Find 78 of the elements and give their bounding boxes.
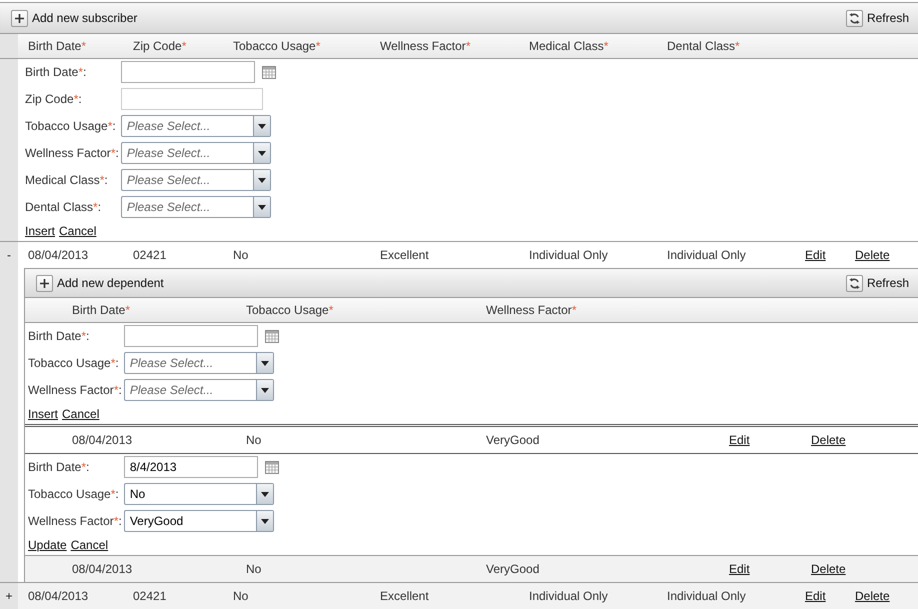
row-action-link[interactable]: Delete — [801, 562, 918, 576]
refresh-button[interactable]: Refresh — [846, 10, 909, 26]
select-field[interactable]: No — [124, 483, 274, 505]
calendar-icon[interactable] — [264, 330, 279, 342]
field-label: Zip Code*: — [25, 92, 83, 106]
field-label: Tobacco Usage*: — [28, 487, 120, 501]
plus-icon — [11, 10, 28, 26]
column-header[interactable]: Tobacco Usage* — [223, 39, 370, 53]
select-field[interactable]: Please Select... — [120, 115, 271, 137]
add-button[interactable]: Add new dependent — [36, 274, 164, 292]
expand-toggle[interactable]: + — [0, 583, 18, 609]
table-cell-text: 08/04/2013 — [27, 248, 90, 262]
select-field[interactable]: Please Select... — [120, 142, 271, 164]
plus-icon — [36, 274, 53, 292]
select-field[interactable]: Please Select... — [120, 196, 271, 218]
column-header[interactable]: Wellness Factor* — [370, 39, 519, 53]
select-field[interactable]: Please Select... — [120, 169, 271, 191]
table-cell-text: 08/04/2013 — [27, 589, 90, 603]
calendar-icon[interactable] — [264, 460, 279, 474]
refresh-icon — [846, 10, 863, 26]
form-action-link[interactable]: Insert — [28, 407, 58, 421]
column-header[interactable]: Birth Date* — [62, 303, 236, 317]
text-field[interactable] — [120, 88, 263, 110]
table-cell-text: Individual Only — [528, 589, 609, 603]
form-action-link[interactable]: Cancel — [70, 538, 108, 552]
row-action-link[interactable]: Delete — [845, 248, 918, 262]
add-button[interactable]: Add new subscriber — [11, 10, 138, 26]
row-action-link[interactable]: Edit — [795, 589, 845, 603]
field-label: Tobacco Usage*: — [28, 356, 120, 370]
form-action-link[interactable]: Cancel — [59, 224, 96, 238]
table-cell-text: Individual Only — [528, 248, 609, 262]
field-label: Wellness Factor*: — [28, 514, 123, 528]
date-field[interactable] — [120, 61, 255, 83]
field-label: Birth Date*: — [28, 329, 90, 343]
row-action-link[interactable]: Edit — [795, 248, 845, 262]
form-action-link[interactable]: Insert — [25, 224, 56, 238]
table-cell-text: No — [245, 562, 262, 576]
field-label: Wellness Factor*: — [28, 383, 123, 397]
refresh-icon — [846, 274, 863, 292]
refresh-button[interactable]: Refresh — [846, 274, 909, 292]
table-cell-text: Excellent — [379, 248, 430, 262]
row-action-link[interactable]: Delete — [801, 433, 918, 447]
table-cell-text: 08/04/2013 — [71, 562, 134, 576]
row-action-link[interactable]: Delete — [845, 589, 918, 603]
field-label: Dental Class*: — [25, 200, 102, 214]
form-action-link[interactable]: Cancel — [62, 407, 100, 421]
expand-toggle[interactable]: - — [0, 242, 18, 268]
column-header[interactable]: Wellness Factor* — [476, 303, 719, 317]
field-label: Tobacco Usage*: — [25, 119, 117, 133]
table-cell-text: 08/04/2013 — [71, 433, 134, 447]
column-header[interactable]: Tobacco Usage* — [236, 303, 476, 317]
column-header[interactable]: Dental Class* — [657, 39, 795, 53]
table-cell-text: Individual Only — [666, 248, 747, 262]
column-header[interactable]: Birth Date* — [18, 39, 123, 53]
column-header[interactable]: Medical Class* — [519, 39, 657, 53]
table-cell-text: VeryGood — [485, 433, 540, 447]
field-label: Birth Date*: — [25, 65, 88, 79]
table-cell-text: No — [232, 248, 250, 262]
field-label: Birth Date*: — [28, 460, 90, 474]
table-cell-text: No — [245, 433, 262, 447]
row-action-link[interactable]: Edit — [719, 562, 801, 576]
select-field[interactable]: VeryGood — [124, 510, 274, 532]
table-cell-text: 02421 — [132, 248, 168, 262]
table-cell-text: 02421 — [132, 589, 168, 603]
table-cell-text: No — [232, 589, 250, 603]
calendar-icon[interactable] — [262, 66, 276, 78]
table-cell-text: VeryGood — [485, 562, 540, 576]
field-label: Medical Class*: — [25, 173, 109, 187]
table-cell-text: Individual Only — [666, 589, 747, 603]
select-field[interactable]: Please Select... — [124, 379, 274, 401]
select-field[interactable]: Please Select... — [124, 352, 274, 374]
table-cell-text: Excellent — [379, 589, 430, 603]
date-field[interactable] — [124, 325, 258, 347]
column-header[interactable]: Zip Code* — [123, 39, 223, 53]
date-field[interactable]: 8/4/2013 — [124, 456, 258, 478]
field-label: Wellness Factor*: — [25, 146, 120, 160]
form-action-link[interactable]: Update — [28, 538, 67, 552]
row-action-link[interactable]: Edit — [719, 433, 801, 447]
